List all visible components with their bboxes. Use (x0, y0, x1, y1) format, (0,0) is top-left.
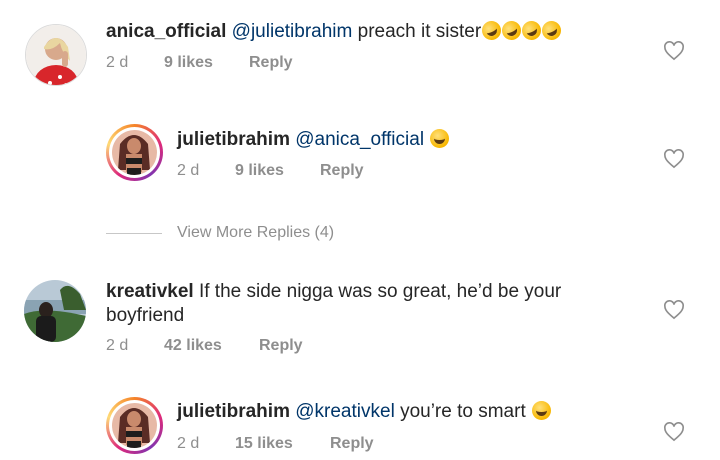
comment-meta: 2 d 15 likes Reply (177, 435, 374, 453)
reply-button[interactable]: Reply (320, 162, 364, 180)
face-with-tears-of-joy-icon (499, 17, 525, 44)
comment-likes[interactable]: 9 likes (235, 162, 320, 180)
heart-outline-icon[interactable] (663, 41, 685, 61)
avatar-julietibrahim (112, 403, 157, 448)
comment-mention[interactable]: @kreativkel (295, 401, 395, 422)
comment-meta: 2 d 42 likes Reply (106, 337, 303, 355)
comment-username[interactable]: kreativkel (106, 281, 194, 302)
comment-text: If the side nigga was so great, he’d be … (198, 281, 562, 302)
comment-text: preach it sister (357, 21, 482, 42)
comment-username[interactable]: anica_official (106, 21, 226, 42)
avatar-story-ring[interactable] (106, 397, 163, 454)
comment-body: kreativkel If the side nigga was so grea… (106, 280, 561, 328)
heart-outline-icon[interactable] (663, 300, 685, 320)
comment-likes[interactable]: 42 likes (164, 337, 259, 355)
reply-button[interactable]: Reply (249, 54, 293, 72)
comment-body: anica_official @julietibrahim preach it … (106, 17, 565, 44)
comment-text-cont: boyfriend (106, 305, 185, 326)
comment-time: 2 d (106, 54, 129, 71)
avatar-anica[interactable] (25, 24, 87, 86)
comment-likes[interactable]: 15 likes (235, 435, 330, 453)
view-more-label[interactable]: View More Replies (4) (177, 224, 334, 242)
comment-likes[interactable]: 9 likes (164, 54, 249, 72)
comment-body: julietibrahim @anica_official (177, 128, 450, 152)
comment-body: julietibrahim @kreativkel you’re to smar… (177, 400, 552, 424)
face-with-tears-of-joy-icon (479, 17, 505, 44)
divider-line (106, 232, 162, 234)
avatar-julietibrahim (112, 130, 157, 175)
heart-outline-icon[interactable] (663, 422, 685, 442)
face-with-tears-of-joy-icon (430, 129, 450, 148)
comment-meta: 2 d 9 likes Reply (177, 162, 364, 180)
reply-button[interactable]: Reply (330, 435, 374, 453)
comment-mention[interactable]: @anica_official (295, 129, 424, 150)
comment-time: 2 d (106, 337, 129, 354)
avatar-kreativkel[interactable] (24, 280, 86, 342)
face-with-tears-of-joy-icon (532, 401, 552, 420)
heart-outline-icon[interactable] (663, 149, 685, 169)
comment-username[interactable]: julietibrahim (177, 401, 290, 422)
face-with-tears-of-joy-icon (519, 17, 545, 44)
comment-mention[interactable]: @julietibrahim (232, 21, 353, 42)
reply-button[interactable]: Reply (259, 337, 303, 355)
comment-time: 2 d (177, 162, 200, 179)
avatar-story-ring[interactable] (106, 124, 163, 181)
view-more-replies[interactable]: View More Replies (4) (106, 224, 334, 242)
comment-time: 2 d (177, 435, 200, 452)
comment-username[interactable]: julietibrahim (177, 129, 290, 150)
face-with-tears-of-joy-icon (539, 17, 565, 44)
comment-meta: 2 d 9 likes Reply (106, 54, 293, 72)
comment-text: you’re to smart (400, 401, 526, 422)
